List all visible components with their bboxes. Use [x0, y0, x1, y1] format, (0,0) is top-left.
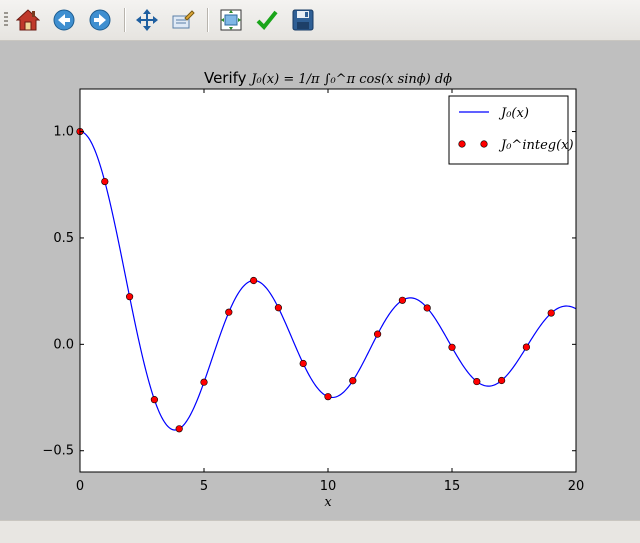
zoom-button[interactable]	[169, 6, 197, 34]
y-tick-label: 0.0	[53, 337, 74, 352]
legend-label: J₀^integ(x)	[498, 138, 574, 153]
data-point	[547, 309, 555, 317]
plot-svg: 0 5 10 15 20 −0.5 0.0 0.5 1.0 x Verify J₀(x) = 1/π…	[42, 69, 585, 510]
data-point	[274, 304, 283, 312]
figure-canvas[interactable]: 0 5 10 15 20 −0.5 0.0 0.5 1.0 x Verify J₀(x) = 1/π…	[0, 41, 640, 520]
data-point	[374, 330, 382, 338]
x-tick-label: 20	[568, 479, 585, 494]
chart-title-math: J₀(x) = 1/π ∫₀^π cos(x sinϕ) dϕ	[248, 72, 452, 87]
checkmark-icon	[256, 10, 278, 30]
x-tick-label: 10	[320, 479, 337, 494]
data-point	[250, 276, 258, 285]
back-button[interactable]	[50, 6, 78, 34]
zoom-rect-icon	[172, 10, 195, 29]
data-point	[101, 177, 109, 186]
data-point	[498, 376, 506, 385]
x-tick-label: 15	[444, 479, 461, 494]
data-point	[299, 359, 307, 368]
data-point	[126, 293, 134, 301]
data-point	[150, 396, 158, 404]
subplots-icon	[220, 9, 242, 31]
x-tick-label: 0	[76, 479, 84, 494]
pan-button[interactable]	[133, 6, 161, 34]
status-bar	[0, 520, 640, 543]
legend-marker-swatch	[480, 140, 488, 148]
edit-axes-button[interactable]	[253, 6, 281, 34]
home-icon	[16, 9, 40, 31]
data-point	[324, 393, 332, 401]
home-button[interactable]	[14, 6, 42, 34]
legend-marker-swatch	[458, 140, 466, 148]
data-point	[522, 343, 531, 351]
data-point	[473, 377, 481, 386]
forward-button[interactable]	[86, 6, 114, 34]
y-tick-label: 1.0	[53, 125, 74, 140]
x-tick-label: 5	[200, 479, 208, 494]
toolbar-separator	[207, 8, 209, 32]
toolbar-grip[interactable]	[4, 12, 8, 28]
legend-label: J₀(x)	[498, 106, 529, 121]
toolbar-separator	[124, 8, 126, 32]
data-point	[200, 378, 208, 386]
data-point	[349, 377, 357, 385]
navigation-toolbar	[0, 0, 640, 41]
floppy-disk-icon	[292, 9, 314, 31]
y-tick-label: −0.5	[42, 444, 74, 459]
x-axis-label: x	[324, 495, 332, 510]
subplots-button[interactable]	[217, 6, 245, 34]
chart-title-text: Verify	[204, 69, 251, 87]
back-arrow-icon	[53, 9, 75, 31]
forward-arrow-icon	[89, 9, 111, 31]
data-point	[225, 308, 233, 316]
data-point	[448, 343, 456, 351]
data-point	[423, 304, 431, 312]
chart-title: Verify J₀(x) = 1/π ∫₀^π cos(x sinϕ) dϕ	[204, 69, 452, 87]
move-arrows-icon	[136, 9, 158, 31]
save-button[interactable]	[289, 6, 317, 34]
data-point	[175, 425, 183, 433]
y-tick-label: 0.5	[53, 231, 74, 246]
data-point	[398, 296, 407, 304]
